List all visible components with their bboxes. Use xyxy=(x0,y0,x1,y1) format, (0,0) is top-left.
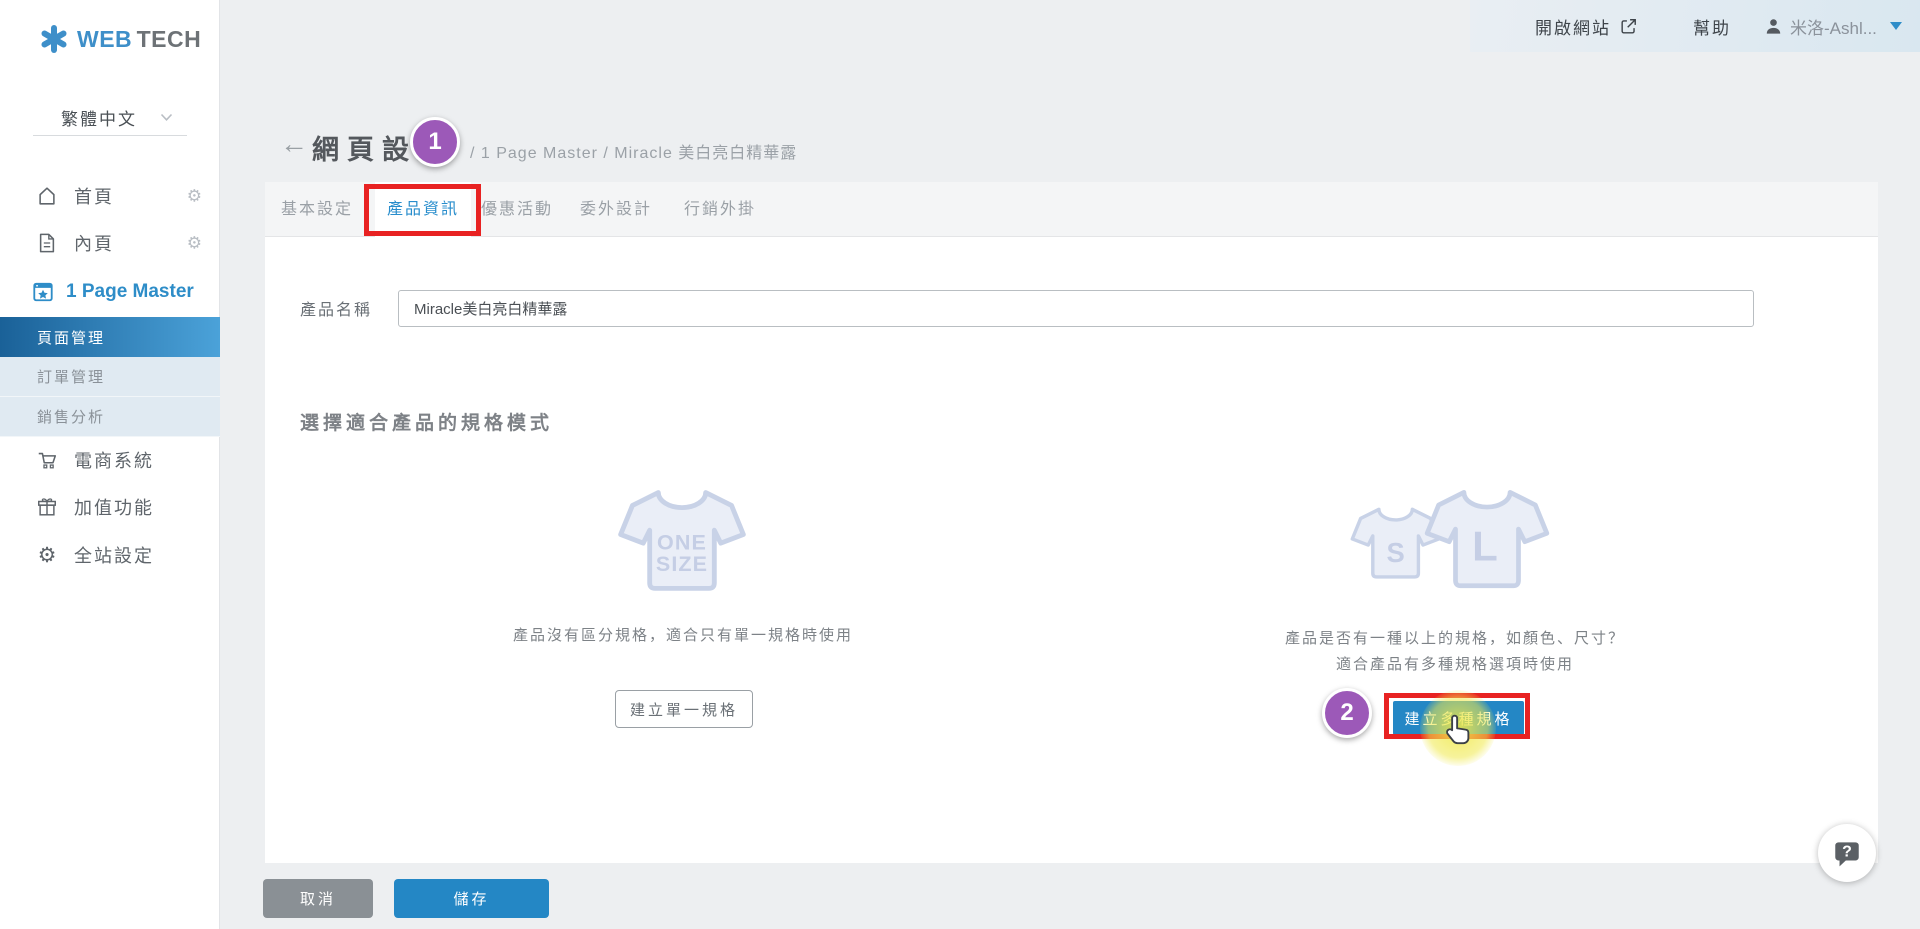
save-button[interactable]: 儲存 xyxy=(394,879,549,918)
sidebar-item-addons[interactable]: 加值功能 xyxy=(0,487,220,527)
product-name-label: 產品名稱 xyxy=(300,296,372,320)
multi-spec-description-line2: 適合產品有多種規格選項時使用 xyxy=(1155,652,1755,678)
settings-card: 基本設定 產品資訊 優惠活動 委外設計 行銷外掛 產品名稱 選擇適合產品的規格模… xyxy=(265,182,1878,863)
external-link-icon xyxy=(1619,17,1638,36)
tab-basic-settings[interactable]: 基本設定 xyxy=(277,182,357,237)
sidebar-item-label: 內頁 xyxy=(74,230,114,256)
back-button[interactable]: ← xyxy=(280,128,308,160)
one-size-shirt-icon: ONE SIZE xyxy=(617,485,747,597)
tab-product-info[interactable]: 產品資訊 xyxy=(375,182,471,237)
sidebar-subitem-order-management[interactable]: 訂單管理 xyxy=(0,357,220,397)
sidebar-item-ecommerce[interactable]: 電商系統 xyxy=(0,440,220,480)
svg-text:S: S xyxy=(1386,537,1404,568)
sidebar-item-label: 1 Page Master xyxy=(66,281,194,303)
sidebar: WEB TECH 繁體中文 首頁 ⚙ 內頁 ⚙ xyxy=(0,0,220,929)
help-link[interactable]: 幫助 xyxy=(1693,14,1731,39)
tab-promotions[interactable]: 優惠活動 xyxy=(477,182,557,237)
user-name: 米洛-Ashl... xyxy=(1790,14,1877,39)
cancel-button[interactable]: 取消 xyxy=(263,879,373,918)
cart-icon xyxy=(36,449,58,471)
sidebar-subitem-page-management[interactable]: 頁面管理 xyxy=(0,317,220,357)
brand-text-web: WEB xyxy=(77,26,132,52)
sidebar-item-label: 電商系統 xyxy=(74,447,154,473)
gear-icon: ⚙ xyxy=(36,545,58,566)
sidebar-item-1-page-master[interactable]: 1 Page Master xyxy=(0,272,220,312)
open-site-link[interactable]: 開啟網站 xyxy=(1535,14,1638,39)
svg-text:ONE: ONE xyxy=(657,531,707,555)
question-bubble-icon: ? xyxy=(1831,837,1863,869)
breadcrumb: / 1 Page Master / Miracle 美白亮白精華露 xyxy=(470,139,797,163)
brand-text-tech: TECH xyxy=(137,26,202,52)
user-menu[interactable]: 米洛-Ashl... xyxy=(1764,14,1902,39)
sidebar-item-inner-pages[interactable]: 內頁 ⚙ xyxy=(0,223,220,263)
brand-logo: WEB TECH xyxy=(40,24,201,54)
svg-text:SIZE: SIZE xyxy=(656,552,708,576)
caret-down-icon xyxy=(1890,22,1902,30)
topbar: 開啟網站 幫助 米洛-Ashl... xyxy=(1470,0,1920,52)
language-label: 繁體中文 xyxy=(33,105,137,130)
create-single-spec-button[interactable]: 建立單一規格 xyxy=(615,690,753,728)
sidebar-item-label: 首頁 xyxy=(74,183,114,209)
tab-bar: 基本設定 產品資訊 優惠活動 委外設計 行銷外掛 xyxy=(265,182,1878,237)
step-1-badge: 1 xyxy=(410,117,460,167)
tab-marketing-plugins[interactable]: 行銷外掛 xyxy=(679,182,761,237)
single-spec-description: 產品沒有區分規格，適合只有單一規格時使用 xyxy=(383,624,983,645)
language-selector[interactable]: 繁體中文 xyxy=(33,100,187,136)
help-button[interactable]: ? xyxy=(1818,824,1876,882)
settings-gear-icon[interactable]: ⚙ xyxy=(187,188,202,205)
help-label: 幫助 xyxy=(1693,14,1731,39)
sidebar-item-site-settings[interactable]: ⚙ 全站設定 xyxy=(0,535,220,575)
user-icon xyxy=(1764,17,1783,36)
window-star-icon xyxy=(32,280,54,304)
product-name-input[interactable] xyxy=(398,290,1754,327)
sidebar-item-home[interactable]: 首頁 ⚙ xyxy=(0,176,220,216)
sidebar-item-label: 加值功能 xyxy=(74,494,154,520)
step-2-badge: 2 xyxy=(1322,688,1372,738)
chevron-down-icon xyxy=(160,113,173,122)
multi-spec-description: 產品是否有一種以上的規格，如顏色、尺寸？ 適合產品有多種規格選項時使用 xyxy=(1155,626,1755,678)
sidebar-item-label: 全站設定 xyxy=(74,542,154,568)
create-multi-spec-button[interactable]: 建立多種規格 xyxy=(1393,701,1524,735)
svg-text:L: L xyxy=(1472,523,1498,570)
sidebar-subitem-label: 頁面管理 xyxy=(37,327,105,348)
open-site-label: 開啟網站 xyxy=(1535,14,1611,39)
home-icon xyxy=(36,185,58,207)
multi-size-shirts-icon: S L xyxy=(1348,482,1553,600)
tab-outsourced-design[interactable]: 委外設計 xyxy=(575,182,657,237)
sidebar-subitem-sales-analytics[interactable]: 銷售分析 xyxy=(0,397,220,437)
asterisk-logo-icon xyxy=(40,24,68,54)
sidebar-subitem-label: 銷售分析 xyxy=(37,406,105,427)
sidebar-subitem-label: 訂單管理 xyxy=(37,366,105,387)
settings-gear-icon[interactable]: ⚙ xyxy=(187,235,202,252)
spec-mode-heading: 選擇適合產品的規格模式 xyxy=(300,408,553,435)
document-icon xyxy=(36,232,58,254)
gift-icon xyxy=(36,496,58,518)
svg-text:?: ? xyxy=(1842,844,1852,861)
app-root: WEB TECH 繁體中文 首頁 ⚙ 內頁 ⚙ xyxy=(0,0,1920,929)
multi-spec-description-line1: 產品是否有一種以上的規格，如顏色、尺寸？ xyxy=(1155,626,1755,652)
